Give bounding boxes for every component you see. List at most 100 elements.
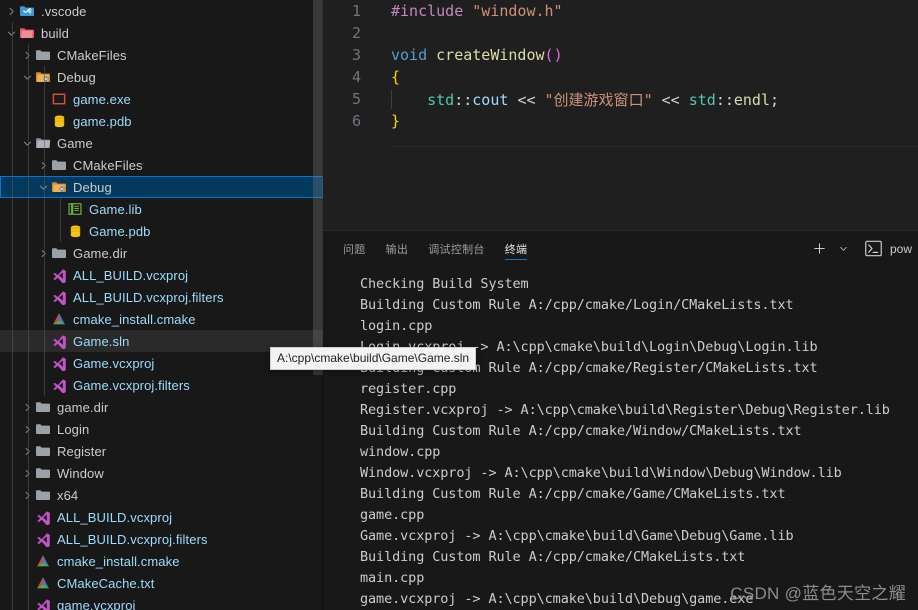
- sidebar-scrollbar-thumb[interactable]: [313, 0, 323, 375]
- chevron-down-icon[interactable]: [4, 22, 18, 44]
- visualstudio-icon: [50, 352, 68, 374]
- terminal-output[interactable]: Checking Build System Building Custom Rul…: [323, 266, 918, 610]
- twisty-placeholder: [36, 264, 50, 286]
- folder-icon: [34, 462, 52, 484]
- tree-item-label: Debug: [73, 179, 112, 195]
- new-terminal-icon[interactable]: [810, 239, 830, 259]
- folder-icon: [50, 242, 68, 264]
- tree-item-label: Login: [57, 421, 90, 437]
- code-token: endl: [733, 90, 770, 109]
- code-token: ::: [454, 90, 473, 109]
- tree-item-label: Game: [57, 135, 93, 151]
- chevron-right-icon[interactable]: [36, 242, 50, 264]
- tree-item-vscode[interactable]: .vscode: [0, 0, 323, 22]
- twisty-placeholder: [36, 88, 50, 110]
- terminal-shell-icon[interactable]: [864, 239, 884, 259]
- tree-item-game-pdb[interactable]: Game.pdb: [0, 220, 323, 242]
- panel-tab-bar[interactable]: 问题 输出 调试控制台 终端 pow: [323, 231, 918, 266]
- twisty-placeholder: [52, 198, 66, 220]
- tree-item-all-build-vcxproj[interactable]: ALL_BUILD.vcxproj: [0, 264, 323, 286]
- code-line[interactable]: 3 void createWindow(): [323, 44, 918, 66]
- editor-and-panel-area: 1 #include "window.h" 2 3 void createWindow(…: [323, 0, 918, 610]
- code-editor[interactable]: 1 #include "window.h" 2 3 void createWindow(…: [323, 0, 918, 230]
- code-text: }: [375, 112, 400, 130]
- tree-item-cmakefiles[interactable]: CMakeFiles: [0, 154, 323, 176]
- tree-item-game-dir[interactable]: game.dir: [0, 396, 323, 418]
- file-explorer-sidebar[interactable]: .vscode build CMakeFiles Debug game.exe game.…: [0, 0, 323, 610]
- chevron-right-icon[interactable]: [20, 44, 34, 66]
- file-tree[interactable]: .vscode build CMakeFiles Debug game.exe game.…: [0, 0, 323, 610]
- code-token: cout: [472, 90, 509, 109]
- tree-item-all-build-vcxproj-filters[interactable]: ALL_BUILD.vcxproj.filters: [0, 286, 323, 308]
- tree-item-debug[interactable]: Debug: [0, 66, 323, 88]
- tree-item-game-exe[interactable]: game.exe: [0, 88, 323, 110]
- code-line[interactable]: 4{: [323, 66, 918, 88]
- tree-item-label: ALL_BUILD.vcxproj.filters: [57, 531, 208, 547]
- chevron-down-icon[interactable]: [834, 239, 854, 259]
- folder-icon: [34, 484, 52, 506]
- sidebar-scrollbar[interactable]: [313, 0, 323, 610]
- code-line[interactable]: 2: [323, 22, 918, 44]
- chevron-right-icon[interactable]: [20, 396, 34, 418]
- file-path-tooltip: A:\cpp\cmake\build\Game\Game.sln: [270, 347, 477, 370]
- tree-item-game-pdb[interactable]: game.pdb: [0, 110, 323, 132]
- code-line[interactable]: 5 std::cout << "创建游戏窗口" << std::endl;: [323, 88, 918, 110]
- tree-item-game-vcxproj[interactable]: game.vcxproj: [0, 594, 323, 610]
- chevron-down-icon[interactable]: [20, 132, 34, 154]
- chevron-right-icon[interactable]: [4, 0, 18, 22]
- terminal-line: game.cpp: [360, 507, 425, 523]
- tree-item-label: game.dir: [57, 399, 109, 415]
- tree-item-debug[interactable]: Debug: [0, 176, 323, 198]
- tree-item-label: ALL_BUILD.vcxproj.filters: [73, 289, 224, 305]
- twisty-placeholder: [20, 572, 34, 594]
- tree-item-game-lib[interactable]: Game.lib: [0, 198, 323, 220]
- tree-item-build[interactable]: build: [0, 22, 323, 44]
- chevron-right-icon[interactable]: [20, 484, 34, 506]
- tree-item-cmakecache-txt[interactable]: CMakeCache.txt: [0, 572, 323, 594]
- tree-item-label: game.exe: [73, 91, 131, 107]
- code-line[interactable]: 6}: [323, 110, 918, 132]
- tree-item-label: .vscode: [41, 3, 87, 19]
- chevron-right-icon[interactable]: [20, 418, 34, 440]
- shell-name-label[interactable]: pow: [890, 242, 912, 256]
- tab-terminal[interactable]: 终端: [504, 231, 528, 266]
- code-indent-guide: [391, 89, 392, 109]
- tree-item-game-vcxproj-filters[interactable]: Game.vcxproj.filters: [0, 374, 323, 396]
- code-token: {: [391, 68, 401, 86]
- tree-item-game[interactable]: Game: [0, 132, 323, 154]
- folder-icon: [34, 396, 52, 418]
- tree-item-register[interactable]: Register: [0, 440, 323, 462]
- tree-item-cmake-install-cmake[interactable]: cmake_install.cmake: [0, 308, 323, 330]
- tree-item-x64[interactable]: x64: [0, 484, 323, 506]
- tree-item-all-build-vcxproj[interactable]: ALL_BUILD.vcxproj: [0, 506, 323, 528]
- panel-tabs[interactable]: 问题 输出 调试控制台 终端: [343, 231, 547, 266]
- terminal-line: login.cpp: [360, 318, 433, 334]
- tree-item-window[interactable]: Window: [0, 462, 323, 484]
- tab-output[interactable]: 输出: [386, 231, 409, 266]
- chevron-down-icon[interactable]: [20, 66, 34, 88]
- chevron-right-icon[interactable]: [20, 440, 34, 462]
- line-number: 1: [351, 2, 361, 20]
- folder-icon: [34, 440, 52, 462]
- tree-item-cmake-install-cmake[interactable]: cmake_install.cmake: [0, 550, 323, 572]
- tree-item-label: Game.dir: [73, 245, 128, 261]
- code-text: {: [375, 68, 400, 86]
- code-line[interactable]: 1 #include "window.h": [323, 0, 918, 22]
- chevron-right-icon[interactable]: [36, 154, 50, 176]
- code-lines[interactable]: 1 #include "window.h" 2 3 void createWindow(…: [323, 0, 918, 132]
- tree-item-label: Register: [57, 443, 107, 459]
- tree-item-label: CMakeFiles: [73, 157, 143, 173]
- tree-item-all-build-vcxproj-filters[interactable]: ALL_BUILD.vcxproj.filters: [0, 528, 323, 550]
- chevron-right-icon[interactable]: [20, 462, 34, 484]
- tree-item-login[interactable]: Login: [0, 418, 323, 440]
- tab-problems[interactable]: 问题: [343, 231, 366, 266]
- panel-actions[interactable]: pow: [810, 231, 912, 266]
- code-token: "window.h": [472, 2, 563, 20]
- folder-open-icon: [34, 132, 52, 154]
- tab-debug-console[interactable]: 调试控制台: [428, 231, 485, 266]
- tree-item-cmakefiles[interactable]: CMakeFiles: [0, 44, 323, 66]
- tree-item-game-dir[interactable]: Game.dir: [0, 242, 323, 264]
- chevron-down-icon[interactable]: [36, 176, 50, 198]
